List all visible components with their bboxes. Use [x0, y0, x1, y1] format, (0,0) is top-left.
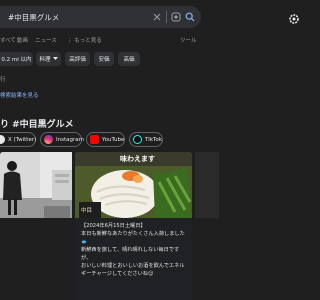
- tab-all[interactable]: すべて: [0, 36, 16, 44]
- post-text: 【2024年6月15日土曜日】 本日も新鮮なあたりがたくさん入荷しました🐟 新鮮…: [81, 222, 189, 278]
- store-logo: 中目: [81, 208, 93, 214]
- section-title: り #中目黒グルメ: [0, 120, 74, 130]
- tab-news[interactable]: ニュース: [35, 36, 57, 44]
- update-results-link[interactable]: 検索結果を見る: [0, 91, 39, 99]
- search-input[interactable]: #中目黒グルメ: [0, 12, 150, 23]
- tab-tools[interactable]: ツール: [180, 36, 197, 44]
- search-icon[interactable]: [183, 10, 197, 24]
- search-bar[interactable]: #中目黒グルメ: [0, 6, 201, 28]
- youtube-icon: [90, 135, 99, 144]
- post-line: ギーチャージしてくださいね😊: [81, 271, 154, 277]
- tiktok-icon: [133, 135, 142, 144]
- social-chip-tiktok[interactable]: TikTok: [129, 132, 163, 147]
- social-chip-x[interactable]: X (Twitter): [0, 132, 36, 147]
- instagram-icon: [44, 135, 53, 144]
- chip-top-rated[interactable]: 高評価: [65, 52, 90, 66]
- result-card-partial[interactable]: [195, 152, 219, 218]
- search-tabs: すべて 動画 ニュース ⋮ もっと見る ツール: [0, 36, 300, 46]
- social-chip-instagram[interactable]: Instagram: [40, 132, 84, 147]
- location-note: 行: [0, 77, 6, 83]
- chip-expensive[interactable]: 高価: [118, 52, 140, 66]
- settings-gear-icon[interactable]: [288, 10, 300, 24]
- result-card-food-post[interactable]: 味わえます 中目 【2024年6月15日土曜日】 本日も新鮮なあたりがたくさん入…: [75, 152, 192, 300]
- chip-cuisine[interactable]: 料理: [36, 52, 61, 66]
- tab-more[interactable]: ⋮ もっと見る: [67, 36, 102, 44]
- social-chip-youtube[interactable]: YouTube: [86, 132, 125, 147]
- food-photo: 味わえます 中目: [75, 152, 192, 218]
- result-card-photo-person[interactable]: [0, 152, 72, 218]
- post-line: 本日も新鮮なあたりがたくさん入荷しました🐟: [81, 231, 185, 245]
- post-line: 新鮮西を旅して、晴れ晴れしない毎日ですが、: [81, 247, 180, 261]
- dropdown-icon: [52, 57, 58, 60]
- clear-icon[interactable]: [150, 10, 164, 24]
- lens-icon[interactable]: [169, 10, 183, 24]
- tab-videos[interactable]: 動画: [17, 36, 28, 44]
- chip-distance[interactable]: 0.2 mi 以内: [0, 52, 33, 66]
- x-twitter-icon: [0, 135, 5, 144]
- search-divider: [166, 11, 167, 23]
- chip-cheap[interactable]: 安価: [94, 52, 114, 66]
- post-line: おいしい料理とおいしいお酒を飲んでエネル: [81, 263, 185, 269]
- post-line: 【2024年6月15日土曜日】: [81, 223, 146, 229]
- image-caption-overlay: 味わえます: [120, 155, 155, 163]
- person-photo: [0, 152, 72, 218]
